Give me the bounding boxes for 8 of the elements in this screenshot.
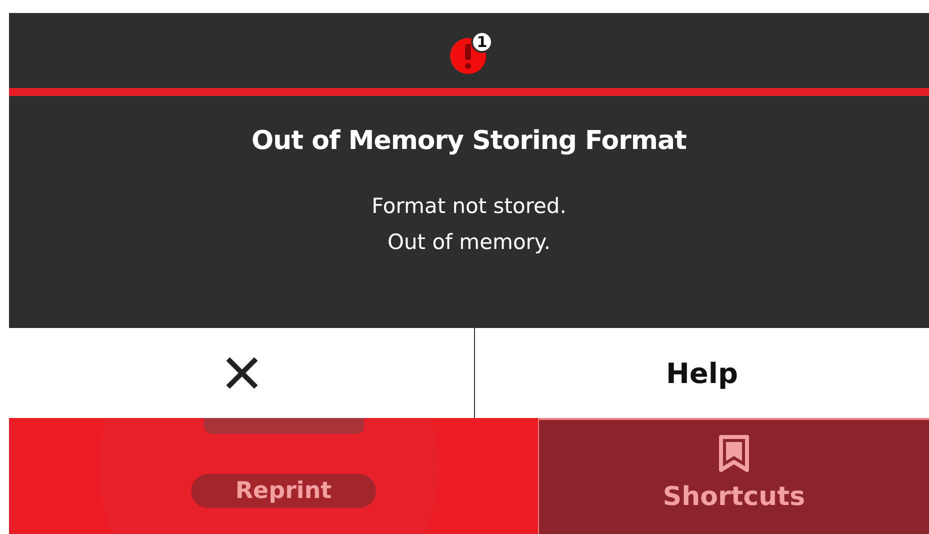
dialog-title: Out of Memory Storing Format — [252, 126, 686, 156]
reprint-button[interactable]: Reprint — [191, 474, 376, 508]
notification-badge: 1 — [471, 30, 493, 52]
bookmark-icon — [717, 434, 751, 474]
dialog-message: Format not stored. — [372, 194, 566, 218]
close-icon — [224, 355, 260, 391]
shortcuts-button[interactable]: Shortcuts — [538, 418, 929, 534]
dialog-message: Out of memory. — [387, 230, 551, 254]
